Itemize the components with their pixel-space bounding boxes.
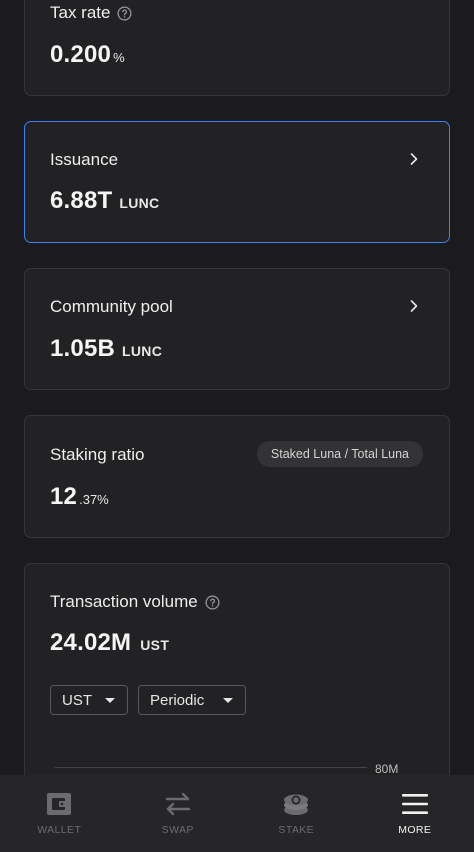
period-select-value: Periodic xyxy=(150,691,205,709)
nav-label-stake: STAKE xyxy=(278,824,315,836)
community-pool-unit: LUNC xyxy=(122,343,163,359)
help-icon[interactable] xyxy=(117,6,132,21)
menu-icon xyxy=(401,794,428,814)
caret-down-icon xyxy=(105,697,115,703)
transaction-volume-title: Transaction volume xyxy=(50,592,198,611)
tax-rate-number: 0.200 xyxy=(50,41,112,68)
staking-ratio-badge: Staked Luna / Total Luna xyxy=(256,441,423,467)
nav-item-swap[interactable]: SWAP xyxy=(119,775,238,852)
staking-ratio-number: 12 xyxy=(50,483,78,510)
bottom-nav: WALLET SWAP STAKE MORE xyxy=(0,775,474,852)
period-select[interactable]: Periodic xyxy=(138,685,246,715)
issuance-number: 6.88T xyxy=(50,187,113,214)
nav-label-wallet: WALLET xyxy=(37,824,82,836)
tax-rate-card: Tax rate 0.200 % xyxy=(24,0,450,96)
community-pool-number: 1.05B xyxy=(50,335,116,362)
help-icon[interactable] xyxy=(205,595,220,610)
transaction-volume-title-row: Transaction volume xyxy=(50,592,220,612)
tax-rate-suffix: % xyxy=(113,50,125,65)
issuance-value: 6.88T LUNC xyxy=(50,187,159,215)
issuance-card[interactable]: Issuance 6.88T LUNC xyxy=(24,121,450,243)
tax-rate-value: 0.200 % xyxy=(50,41,125,69)
chart-gridline xyxy=(55,767,367,768)
community-pool-value: 1.05B LUNC xyxy=(50,335,162,363)
denom-select[interactable]: UST xyxy=(50,685,128,715)
nav-item-more[interactable]: MORE xyxy=(356,775,474,852)
tax-rate-title: Tax rate xyxy=(50,3,111,22)
transaction-volume-value: 24.02M UST xyxy=(50,629,169,657)
transaction-volume-number: 24.02M xyxy=(50,629,132,656)
nav-item-wallet[interactable]: WALLET xyxy=(0,775,119,852)
staking-ratio-suffix: .37% xyxy=(79,492,109,507)
chart-axis-label: 80M xyxy=(375,762,399,776)
staking-ratio-card: Staking ratio Staked Luna / Total Luna 1… xyxy=(24,415,450,538)
community-pool-card[interactable]: Community pool 1.05B LUNC xyxy=(24,268,450,390)
issuance-unit: LUNC xyxy=(119,195,160,211)
issuance-title: Issuance xyxy=(50,150,119,169)
caret-down-icon xyxy=(223,697,233,703)
transaction-volume-unit: UST xyxy=(140,637,170,653)
nav-label-more: MORE xyxy=(398,824,432,836)
chevron-right-icon xyxy=(410,153,418,165)
nav-label-swap: SWAP xyxy=(161,824,194,836)
swap-icon xyxy=(165,792,190,816)
staking-ratio-title: Staking ratio xyxy=(50,445,145,464)
wallet-icon xyxy=(47,793,72,815)
staking-ratio-value: 12 .37% xyxy=(50,483,109,511)
nav-item-stake[interactable]: STAKE xyxy=(237,775,356,852)
chevron-right-icon xyxy=(410,300,418,312)
stake-icon xyxy=(284,794,309,815)
community-pool-title: Community pool xyxy=(50,297,173,316)
tax-rate-title-row: Tax rate xyxy=(50,3,132,23)
denom-select-value: UST xyxy=(62,691,92,709)
